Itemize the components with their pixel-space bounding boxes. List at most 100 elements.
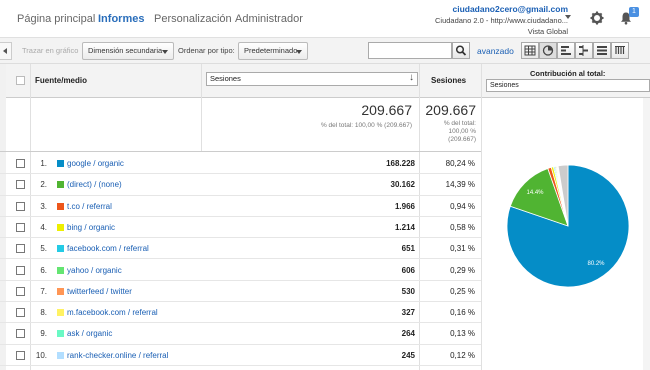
sessions-percent: 0,12 % [450, 350, 475, 360]
pie-slice-label: 80.2% [587, 261, 605, 267]
view-performance-button[interactable] [557, 42, 575, 59]
contribution-panel: 80.2% 14.4% [481, 98, 650, 370]
row-number: 5. [40, 244, 47, 254]
row-checkbox[interactable] [16, 265, 25, 275]
view-table-button[interactable] [521, 42, 539, 59]
sort-descending-icon[interactable]: ↓ [409, 73, 414, 83]
view-pie-button[interactable] [539, 42, 557, 59]
table-row[interactable]: 4. bing / organic 1.214 0,58 % [0, 217, 481, 239]
plot-rows-button[interactable]: Trazar en gráfico [22, 46, 78, 55]
source-medium-link[interactable]: twitterfeed / twitter [67, 287, 132, 296]
contribution-metric-select[interactable]: Sesiones [486, 79, 650, 92]
source-medium-link[interactable]: yahoo / organic [67, 266, 122, 275]
source-medium-link[interactable]: facebook.com / referral [67, 244, 149, 253]
source-medium-link[interactable]: bing / organic [67, 223, 115, 232]
gear-icon[interactable] [590, 11, 604, 25]
row-checkbox[interactable] [16, 329, 25, 339]
account-selector[interactable]: ciudadano2cero@gmail.com Ciudadano 2.0 -… [435, 4, 568, 37]
row-checkbox[interactable] [16, 159, 25, 168]
legend-swatch [57, 309, 64, 317]
source-medium-link[interactable]: rank-checker.online / referral [67, 351, 168, 360]
row-checkbox[interactable] [16, 222, 25, 232]
sessions-percent: 0,58 % [450, 222, 475, 232]
table-row[interactable]: 3. t.co / referral 1.966 0,94 % [0, 196, 481, 217]
source-medium-link[interactable]: t.co / referral [67, 202, 112, 211]
account-email: ciudadano2cero@gmail.com [452, 4, 568, 14]
total-metric-note: % del total: [443, 120, 476, 127]
table-row[interactable]: 2. (direct) / (none) 30.162 14,39 % [0, 174, 481, 196]
source-medium-link[interactable]: m.facebook.com / referral [67, 308, 158, 317]
collapse-tab[interactable] [0, 42, 12, 60]
row-checkbox[interactable] [16, 201, 25, 211]
tab-admin[interactable]: Administrador [235, 13, 303, 25]
legend-swatch [57, 160, 64, 167]
scrollbar[interactable] [643, 98, 650, 370]
advanced-filter-link[interactable]: avanzado [477, 46, 514, 56]
row-number: 6. [40, 265, 47, 275]
total-value: 209.667 [361, 102, 412, 118]
source-medium-link[interactable]: google / organic [67, 159, 124, 168]
account-property: Ciudadano 2.0 - http://www.ciudadano... [434, 16, 568, 25]
legend-swatch [57, 181, 64, 189]
total-metric-count: (209.667) [448, 136, 476, 143]
legend-swatch [57, 266, 64, 274]
sessions-percent: 0,31 % [450, 244, 475, 254]
table-row[interactable]: 7. twitterfeed / twitter 530 0,25 % [0, 281, 481, 303]
view-pivot-button[interactable] [593, 42, 611, 59]
row-number: 8. [40, 308, 47, 318]
table-row[interactable]: 1. google / organic 168.228 80,24 % [0, 153, 481, 175]
view-comparison-button[interactable] [575, 42, 593, 59]
secondary-dimension-dropdown[interactable]: Dimensión secundaria [82, 42, 174, 60]
sessions-value: 327 [401, 308, 415, 318]
sessions-value: 1.966 [394, 201, 415, 211]
sessions-percent: 0,94 % [450, 201, 475, 211]
column-header-sessions[interactable]: Sesiones [431, 76, 466, 85]
view-term-cloud-button[interactable] [611, 42, 629, 59]
source-medium-link[interactable]: ask / organic [67, 329, 112, 338]
search-button[interactable] [452, 42, 470, 59]
contribution-pie-chart: 80.2% 14.4% [506, 164, 630, 288]
row-number: 3. [40, 201, 47, 211]
row-number: 10. [35, 350, 47, 360]
sessions-value: 30.162 [390, 180, 415, 190]
legend-swatch [57, 223, 64, 231]
top-navigation: Página principal Informes Personalizació… [0, 0, 650, 38]
source-medium-link[interactable]: (direct) / (none) [67, 180, 122, 189]
table-row[interactable]: 10. rank-checker.online / referral 245 0,12… [0, 345, 481, 366]
chevron-down-icon [296, 50, 302, 54]
sort-type-dropdown[interactable]: Predeterminado [238, 42, 308, 60]
row-checkbox[interactable] [16, 350, 25, 360]
tab-reports[interactable]: Informes [98, 13, 144, 25]
metric-select[interactable]: Sesiones [206, 72, 418, 86]
total-metric-value: 209.667 [425, 102, 476, 118]
search-input[interactable] [368, 42, 452, 59]
tab-home[interactable]: Página principal [17, 13, 95, 25]
comparison-view-icon [579, 45, 588, 56]
pivot-view-icon [597, 46, 607, 55]
chevron-down-icon[interactable] [565, 15, 571, 19]
select-all-checkbox[interactable] [16, 76, 25, 85]
legend-swatch [57, 330, 64, 338]
sessions-value: 245 [401, 350, 415, 360]
legend-swatch [57, 245, 64, 253]
sessions-value: 606 [401, 265, 415, 275]
sessions-percent: 80,24 % [445, 159, 475, 168]
row-checkbox[interactable] [16, 286, 25, 296]
table-row[interactable]: 8. m.facebook.com / referral 327 0,16 % [0, 302, 481, 324]
totals-row: 209.667 % del total: 100,00 % (209.667) … [0, 98, 481, 152]
row-checkbox[interactable] [16, 244, 25, 254]
table-row[interactable]: 5. facebook.com / referral 651 0,31 % [0, 238, 481, 260]
sessions-percent: 14,39 % [445, 180, 475, 190]
bar-view-icon [561, 46, 571, 55]
sessions-value: 651 [401, 244, 415, 254]
table-row[interactable]: 6. yahoo / organic 606 0,29 % [0, 260, 481, 281]
tab-customization[interactable]: Personalización [154, 13, 232, 25]
legend-swatch [57, 287, 64, 295]
sessions-percent: 0,29 % [450, 265, 475, 275]
sessions-value: 530 [401, 286, 415, 296]
chevron-left-icon [3, 48, 7, 54]
table-row[interactable]: 9. ask / organic 264 0,13 % [0, 323, 481, 345]
column-header-source-medium[interactable]: Fuente/medio [35, 76, 87, 85]
row-checkbox[interactable] [16, 180, 25, 190]
row-checkbox[interactable] [16, 308, 25, 318]
